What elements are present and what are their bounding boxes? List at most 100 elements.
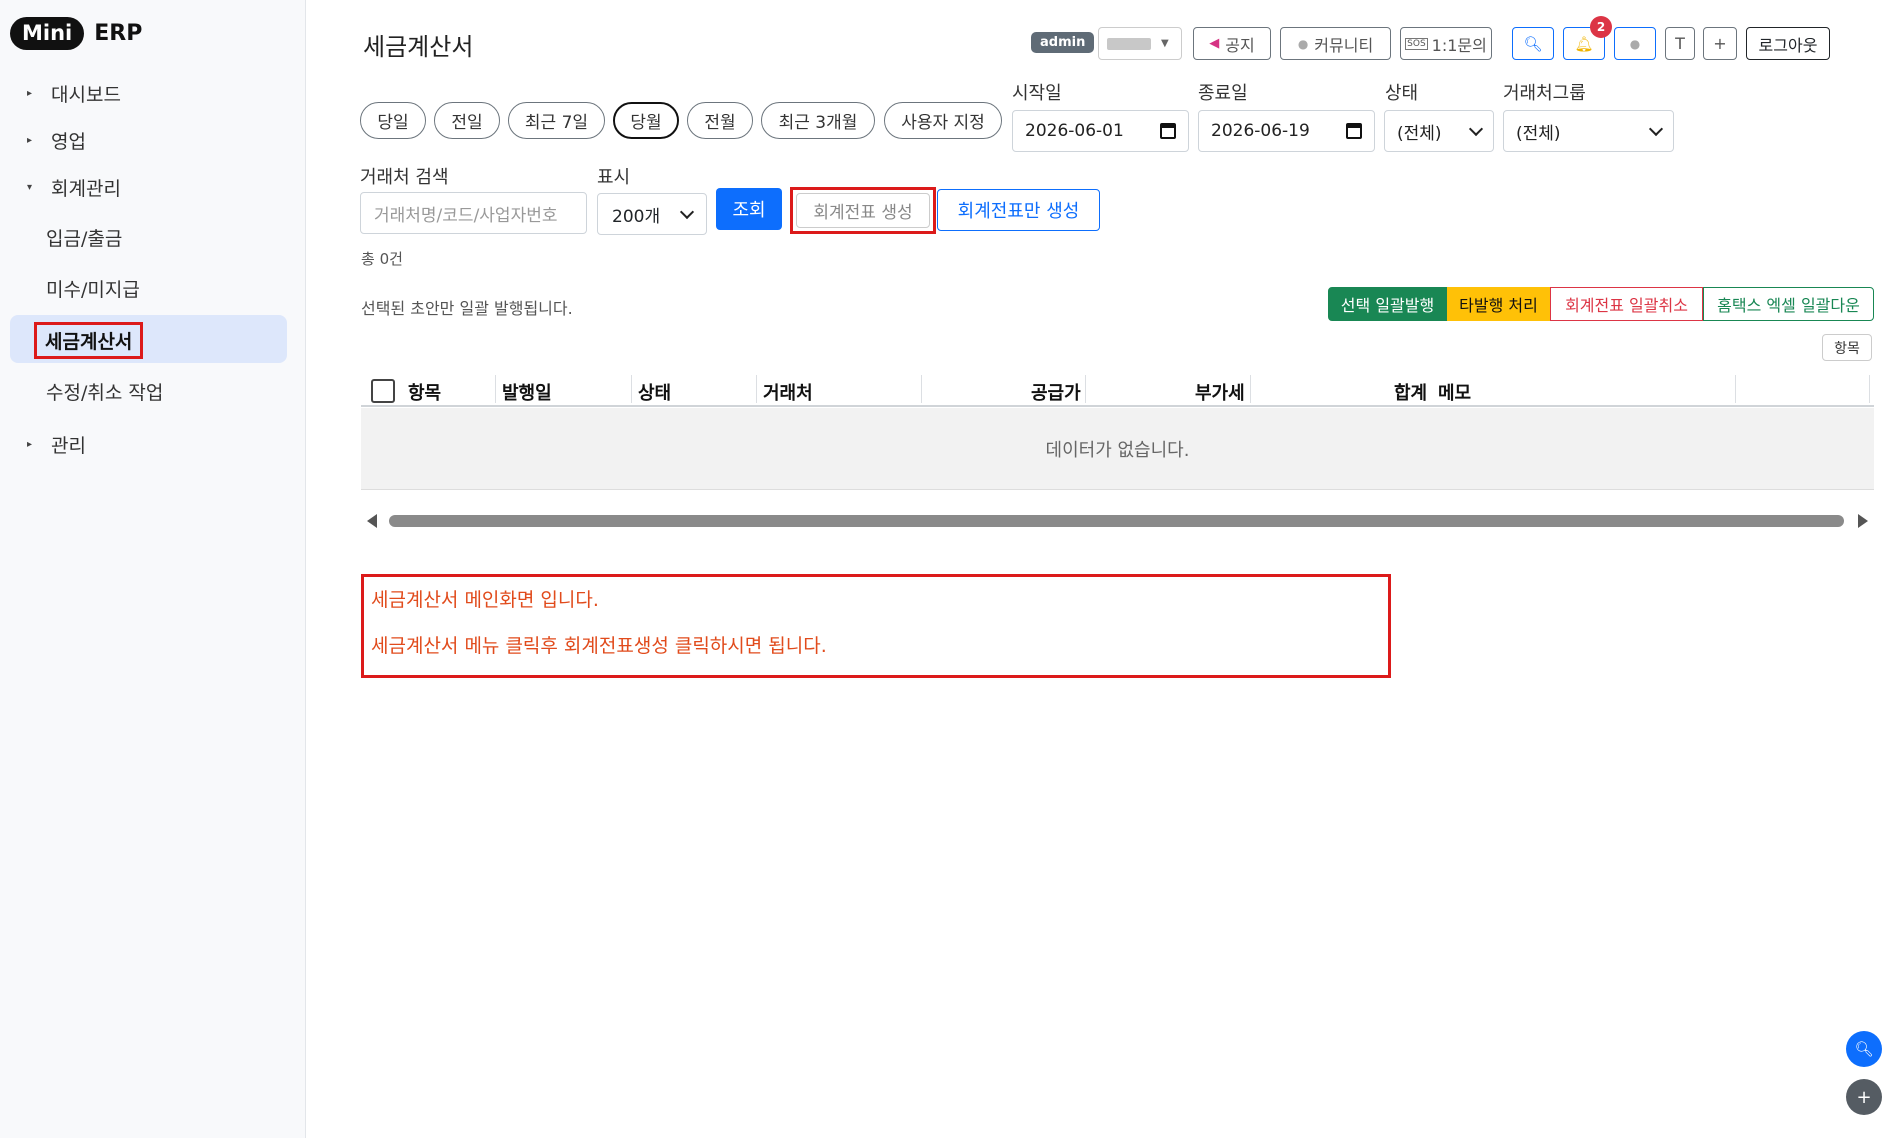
megaphone-icon: ◀ xyxy=(1209,36,1220,51)
end-date-label: 종료일 xyxy=(1198,83,1248,104)
sidebar-item-admin[interactable]: ▸ 관리 xyxy=(27,431,86,458)
floating-add-button[interactable]: + xyxy=(1846,1079,1882,1115)
community-label: 커뮤니티 xyxy=(1314,35,1374,55)
sidebar-item-accounting[interactable]: ▾ 회계관리 xyxy=(27,174,121,201)
sidebar-item-label: 대시보드 xyxy=(51,84,121,106)
search-input[interactable]: 거래처명/코드/사업자번호 xyxy=(360,192,587,234)
end-date-value: 2026-06-19 xyxy=(1211,121,1310,141)
floating-search-button[interactable]: 🔍︎ xyxy=(1846,1031,1882,1067)
display-label: 표시 xyxy=(597,167,631,188)
scroll-right-icon[interactable] xyxy=(1858,514,1868,528)
col-vat[interactable]: 부가세 xyxy=(1195,379,1245,405)
column-divider xyxy=(1085,375,1086,403)
period-this-month-button[interactable]: 당월 xyxy=(613,102,679,139)
horizontal-scrollbar[interactable] xyxy=(361,510,1874,530)
community-button[interactable]: ● 커뮤니티 xyxy=(1280,27,1391,60)
calendar-icon[interactable] xyxy=(1160,123,1176,139)
user-select[interactable]: ▼ xyxy=(1098,27,1182,60)
col-client[interactable]: 거래처 xyxy=(763,379,813,405)
brand-mini: Mini xyxy=(10,17,85,50)
sidebar-subitem-tax-invoice[interactable]: 세금계산서 xyxy=(34,322,144,359)
text-size-button[interactable]: T xyxy=(1665,27,1695,60)
end-date-input[interactable]: 2026-06-19 xyxy=(1198,110,1375,152)
total-count: 총 0건 xyxy=(361,250,403,268)
generate-voucher-only-button[interactable]: 회계전표만 생성 xyxy=(937,189,1100,231)
notice-label: 공지 xyxy=(1225,35,1255,55)
admin-badge: admin xyxy=(1031,32,1095,53)
bulk-issue-button[interactable]: 선택 일괄발행 xyxy=(1328,287,1447,321)
col-status[interactable]: 상태 xyxy=(638,379,671,405)
column-divider xyxy=(495,375,496,403)
sidebar-subitem-modify-cancel[interactable]: 수정/취소 작업 xyxy=(46,378,163,405)
search-icon: 🔍︎ xyxy=(1854,1040,1874,1058)
sidebar: Mini ERP ▸ 대시보드 ▸ 영업 ▾ 회계관리 입금/출금 미수/미지급… xyxy=(0,0,306,1138)
generate-voucher-button[interactable]: 회계전표 생성 xyxy=(796,193,930,228)
bulk-note: 선택된 초안만 일괄 발행됩니다. xyxy=(361,299,573,318)
col-total[interactable]: 합계 xyxy=(1394,379,1427,405)
col-supply[interactable]: 공급가 xyxy=(1031,379,1081,405)
page-title: 세금계산서 xyxy=(363,33,474,61)
start-date-input[interactable]: 2026-06-01 xyxy=(1012,110,1189,152)
annotation-line-1: 세금계산서 메인화면 입니다. xyxy=(371,589,599,611)
sidebar-subitem-deposit-withdraw[interactable]: 입금/출금 xyxy=(46,224,122,251)
chevron-down-icon xyxy=(679,204,695,219)
period-today-button[interactable]: 당일 xyxy=(360,102,426,139)
query-button[interactable]: 조회 xyxy=(716,188,782,230)
period-last3months-button[interactable]: 최근 3개월 xyxy=(761,102,875,139)
sidebar-item-label: 관리 xyxy=(51,435,86,457)
brand-erp: ERP xyxy=(94,21,143,46)
table-header: 항목 발행일 상태 거래처 공급가 부가세 합계 메모 xyxy=(361,373,1874,407)
per-page-select[interactable]: 200개 xyxy=(597,193,707,235)
user-name-blurred xyxy=(1107,37,1151,50)
column-divider xyxy=(921,375,922,403)
sidebar-item-sales[interactable]: ▸ 영업 xyxy=(27,127,86,154)
caret-down-icon: ▼ xyxy=(1161,38,1169,49)
brand-logo[interactable]: Mini ERP xyxy=(10,17,142,50)
scrollbar-thumb[interactable] xyxy=(389,515,1844,527)
column-divider xyxy=(1735,375,1736,403)
status-select[interactable]: (전체) xyxy=(1384,110,1494,152)
notice-button[interactable]: ◀ 공지 xyxy=(1193,27,1271,60)
sidebar-item-label: 회계관리 xyxy=(51,178,121,200)
notification-count-badge: 2 xyxy=(1590,16,1612,38)
bell-icon: 🔔︎ xyxy=(1574,34,1594,53)
period-last7-button[interactable]: 최근 7일 xyxy=(508,102,605,139)
inquiry-button[interactable]: SOS 1:1문의 xyxy=(1400,27,1492,60)
group-value: (전체) xyxy=(1516,123,1561,144)
caret-right-icon: ▸ xyxy=(27,135,33,146)
other-issue-button[interactable]: 타발행 처리 xyxy=(1447,287,1550,321)
logout-button[interactable]: 로그아웃 xyxy=(1746,27,1830,60)
empty-table-message: 데이터가 없습니다. xyxy=(361,408,1874,490)
columns-button[interactable]: 항목 xyxy=(1822,334,1872,361)
col-memo[interactable]: 메모 xyxy=(1438,379,1471,405)
plus-icon: + xyxy=(1856,1086,1872,1108)
column-divider xyxy=(756,375,757,403)
hometax-excel-download-button[interactable]: 홈택스 엑셀 일괄다운 xyxy=(1703,287,1874,321)
sos-icon: SOS xyxy=(1405,37,1428,50)
search-label: 거래처 검색 xyxy=(360,167,449,188)
caret-down-icon: ▾ xyxy=(27,182,33,193)
messenger-button[interactable]: ● xyxy=(1614,27,1656,60)
start-date-value: 2026-06-01 xyxy=(1025,121,1124,141)
select-all-checkbox[interactable] xyxy=(371,379,395,403)
sidebar-item-dashboard[interactable]: ▸ 대시보드 xyxy=(27,80,121,107)
col-item[interactable]: 항목 xyxy=(408,379,441,405)
sidebar-subitem-receivable-payable[interactable]: 미수/미지급 xyxy=(46,275,140,302)
calendar-icon[interactable] xyxy=(1346,123,1362,139)
search-icon: 🔍︎ xyxy=(1523,34,1543,53)
per-page-value: 200개 xyxy=(612,206,661,227)
sidebar-item-label: 영업 xyxy=(51,131,86,153)
status-value: (전체) xyxy=(1397,123,1442,144)
period-last-month-button[interactable]: 전월 xyxy=(687,102,753,139)
period-custom-button[interactable]: 사용자 지정 xyxy=(884,102,1002,139)
bulk-cancel-voucher-button[interactable]: 회계전표 일괄취소 xyxy=(1550,287,1703,321)
column-divider xyxy=(1250,375,1251,403)
period-yesterday-button[interactable]: 전일 xyxy=(434,102,500,139)
add-button[interactable]: + xyxy=(1703,27,1737,60)
group-select[interactable]: (전체) xyxy=(1503,110,1674,152)
start-date-label: 시작일 xyxy=(1012,83,1062,104)
chat-icon: ● xyxy=(1629,36,1641,51)
scroll-left-icon[interactable] xyxy=(367,514,377,528)
col-issue-date[interactable]: 발행일 xyxy=(502,379,552,405)
search-button[interactable]: 🔍︎ xyxy=(1512,27,1554,60)
